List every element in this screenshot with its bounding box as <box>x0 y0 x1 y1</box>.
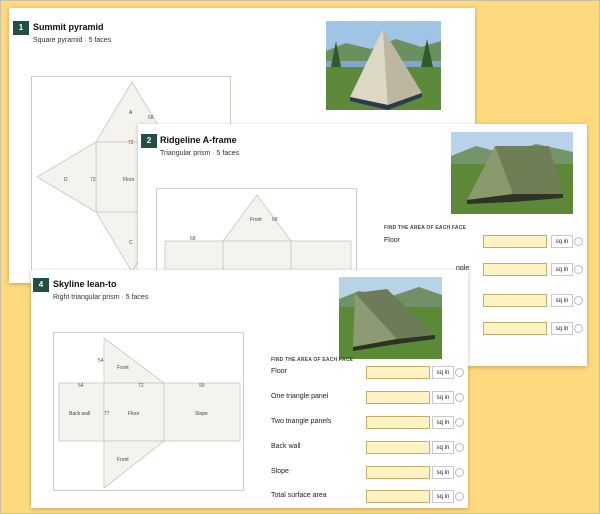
dimension-label: 90 <box>199 383 205 389</box>
answer-label: Total surface area <box>271 492 327 499</box>
dimension-label: 72 <box>138 383 144 389</box>
floor-area-input[interactable] <box>483 235 547 248</box>
card-number-badge: 2 <box>141 134 157 148</box>
back-wall-area-input[interactable] <box>366 441 430 454</box>
card-subtitle: Square pyramid · 5 faces <box>33 37 112 44</box>
dimension-label: 68 <box>272 217 278 223</box>
face-label: Floor <box>128 411 140 417</box>
question-header: FIND THE AREA OF EACH FACE <box>271 357 354 363</box>
unit-label: sq in <box>432 391 454 404</box>
answer-label: Two triangle panels <box>271 418 332 425</box>
answer-row-slope: Slope sq in <box>271 466 466 480</box>
unit-label: sq in <box>432 366 454 379</box>
one-triangle-area-input[interactable] <box>366 391 430 404</box>
unit-label: sq in <box>551 294 573 307</box>
check-status-icon <box>455 418 464 427</box>
triangle-area-input[interactable] <box>483 263 547 276</box>
dimension-label: 72 <box>90 177 96 183</box>
card-title: Ridgeline A-frame <box>160 135 237 145</box>
area-input[interactable] <box>483 294 547 307</box>
answer-label: One triangle panel <box>271 393 329 400</box>
check-status-icon <box>455 368 464 377</box>
face-label: Front <box>117 457 129 463</box>
unit-label: sq in <box>551 235 573 248</box>
answer-row-back-wall: Back wall sq in <box>271 441 466 455</box>
check-status-icon <box>455 492 464 501</box>
answer-row-floor: Floor sq in <box>271 366 466 380</box>
check-status-icon <box>455 468 464 477</box>
card-title: Summit pyramid <box>33 22 104 32</box>
check-status-icon <box>455 443 464 452</box>
unit-label: sq in <box>432 416 454 429</box>
unit-label: sq in <box>432 466 454 479</box>
answer-label: Slope <box>271 468 289 475</box>
face-label: C <box>129 240 133 246</box>
dimension-label: 54 <box>78 383 84 389</box>
net-diagram-lean-to: Front Back wall Floor Slope Front 54 54 … <box>53 332 244 491</box>
unit-label: sq in <box>432 490 454 503</box>
card-subtitle: Right triangular prism · 5 faces <box>53 294 149 301</box>
face-label: Slope <box>195 411 208 417</box>
unit-label: sq in <box>432 441 454 454</box>
card-number-badge: 1 <box>13 21 29 35</box>
face-label: Front <box>250 217 262 223</box>
slope-area-input[interactable] <box>366 466 430 479</box>
tent-photo-a-frame <box>451 132 573 214</box>
dimension-label: 72 <box>128 140 134 146</box>
face-label: Floor <box>123 177 135 183</box>
dimension-label: 68 <box>190 236 196 242</box>
check-status-icon <box>574 324 583 333</box>
answer-label: Floor <box>271 368 287 375</box>
answer-row-one-triangle: One triangle panel sq in <box>271 391 466 405</box>
card-skyline-lean-to: 4 Skyline lean-to Right triangular prism… <box>31 270 468 508</box>
face-label: Front <box>117 365 129 371</box>
answer-row-total: Total surface area sq in <box>271 490 466 504</box>
tent-photo-lean-to <box>339 277 442 359</box>
question-header: FIND THE AREA OF EACH FACE <box>384 225 467 231</box>
answer-label: Back wall <box>271 443 301 450</box>
check-status-icon <box>574 237 583 246</box>
card-number-badge: 4 <box>33 278 49 292</box>
dimension-label: 68 <box>148 115 154 121</box>
answer-row-two-triangles: Two triangle panels sq in <box>271 416 466 430</box>
answer-label: Floor <box>384 237 400 244</box>
unit-label: sq in <box>551 263 573 276</box>
face-label: D <box>64 177 68 183</box>
check-status-icon <box>574 296 583 305</box>
card-title: Skyline lean-to <box>53 279 117 289</box>
dimension-label: 54 <box>98 358 104 364</box>
answer-row-floor: Floor sq in <box>384 235 584 249</box>
dimension-label: 77 <box>104 411 110 417</box>
two-triangles-area-input[interactable] <box>366 416 430 429</box>
check-status-icon <box>455 393 464 402</box>
tent-photo-pyramid <box>326 21 441 110</box>
check-status-icon <box>574 265 583 274</box>
card-subtitle: Triangular prism · 5 faces <box>160 150 240 157</box>
face-label: Back wall <box>69 411 90 417</box>
area-input[interactable] <box>483 322 547 335</box>
total-surface-area-input[interactable] <box>366 490 430 503</box>
unit-label: sq in <box>551 322 573 335</box>
floor-area-input[interactable] <box>366 366 430 379</box>
